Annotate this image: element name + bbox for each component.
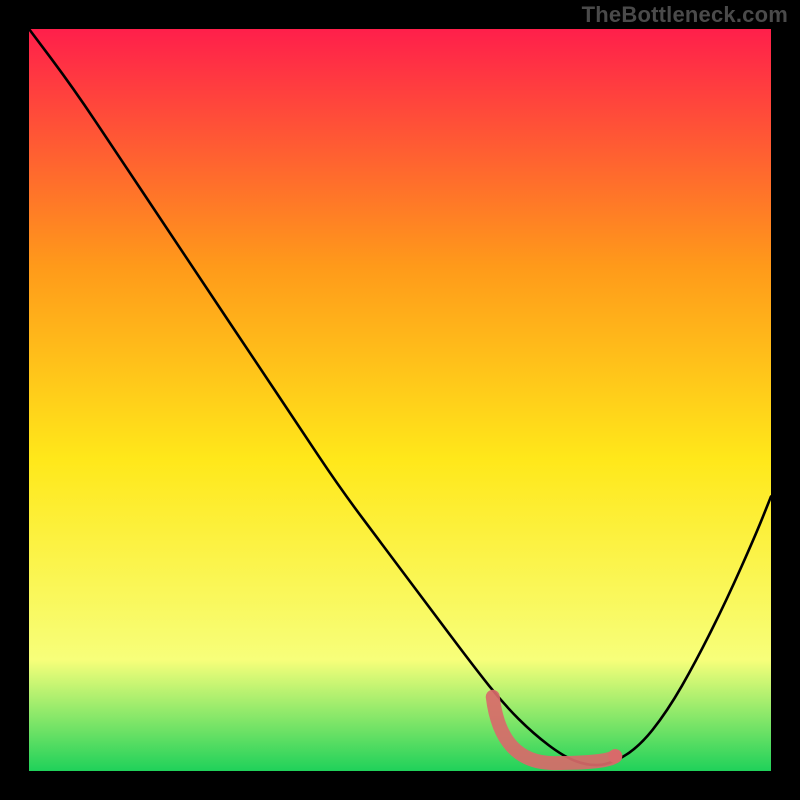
watermark-text: TheBottleneck.com: [582, 2, 788, 28]
plot-area: [29, 29, 771, 771]
optimal-point-dot: [608, 749, 622, 763]
gradient-background: [29, 29, 771, 771]
chart-svg: [29, 29, 771, 771]
chart-frame: TheBottleneck.com: [0, 0, 800, 800]
